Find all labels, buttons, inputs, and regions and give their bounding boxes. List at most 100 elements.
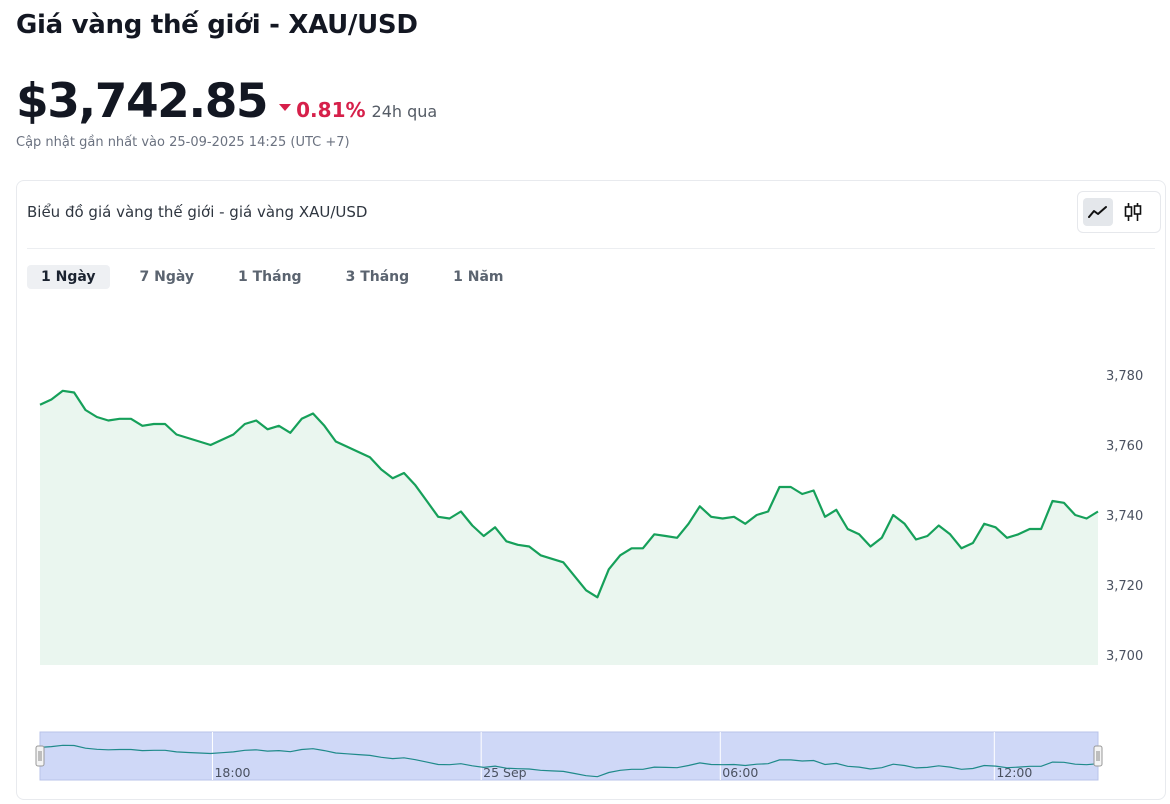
price-point [539, 554, 541, 556]
price-point [1063, 502, 1065, 504]
price-point [551, 558, 553, 560]
price-point [847, 528, 849, 530]
price-point [858, 533, 860, 535]
price-point [881, 537, 883, 539]
price-point [426, 500, 428, 502]
price-point [266, 428, 268, 430]
price-point [517, 544, 519, 546]
price-point [1006, 537, 1008, 539]
price-point [1051, 500, 1053, 502]
price-point [699, 505, 701, 507]
price-point [39, 404, 41, 406]
y-tick-label: 3,740 [1106, 509, 1143, 524]
price-point [209, 444, 211, 446]
price-point [562, 561, 564, 563]
y-tick-label: 3,720 [1106, 579, 1143, 594]
price-point [790, 486, 792, 488]
price-point [744, 523, 746, 525]
navigator-tick-label: 18:00 [214, 765, 250, 780]
price-point [141, 425, 143, 427]
price-point [676, 537, 678, 539]
price-point [1074, 514, 1076, 516]
price-point [949, 533, 951, 535]
price-point [938, 524, 940, 526]
price-point [312, 412, 314, 414]
price-point [801, 493, 803, 495]
navigator-tick-label: 06:00 [722, 765, 758, 780]
navigator-right-handle[interactable] [1093, 745, 1103, 767]
price-point [619, 554, 621, 556]
price-point [574, 575, 576, 577]
price-point [244, 423, 246, 425]
price-point [62, 390, 64, 392]
price-point [84, 409, 86, 411]
price-chart: 3,7803,7603,7403,7203,70018:00 25 Sep 06:0… [35, 369, 1143, 781]
price-point [528, 545, 530, 547]
price-point [50, 398, 52, 400]
price-point [1085, 517, 1087, 519]
price-point [380, 468, 382, 470]
price-point [721, 517, 723, 519]
price-point [392, 477, 394, 479]
price-point [778, 486, 780, 488]
price-point [118, 418, 120, 420]
price-point [187, 437, 189, 439]
price-point [357, 451, 359, 453]
price-point [323, 425, 325, 427]
y-tick-label: 3,780 [1106, 369, 1143, 384]
price-point [767, 510, 769, 512]
price-point [1040, 528, 1042, 530]
navigator-left-handle[interactable] [35, 745, 45, 767]
price-point [1097, 510, 1099, 512]
price-point [1017, 533, 1019, 535]
price-point [653, 533, 655, 535]
y-tick-label: 3,700 [1106, 649, 1143, 664]
price-point [812, 489, 814, 491]
price-point [403, 472, 405, 474]
price-point [869, 545, 871, 547]
price-point [437, 516, 439, 518]
price-point [346, 446, 348, 448]
price-point [915, 538, 917, 540]
price-point [687, 523, 689, 525]
price-point [198, 440, 200, 442]
price-point [175, 433, 177, 435]
price-point [585, 589, 587, 591]
price-point [994, 526, 996, 528]
price-point [892, 514, 894, 516]
price-point [608, 568, 610, 570]
price-point [278, 425, 280, 427]
price-point [471, 524, 473, 526]
price-point [335, 440, 337, 442]
price-point [96, 416, 98, 418]
price-point [107, 419, 109, 421]
price-point [369, 456, 371, 458]
price-point [756, 514, 758, 516]
price-point [301, 418, 303, 420]
price-point [414, 484, 416, 486]
price-point [73, 391, 75, 393]
price-point [983, 523, 985, 525]
price-point [460, 510, 462, 512]
price-point [505, 540, 507, 542]
price-point [926, 535, 928, 537]
price-point [164, 423, 166, 425]
price-point [824, 516, 826, 518]
price-point [153, 423, 155, 425]
y-tick-label: 3,760 [1106, 439, 1143, 454]
price-point [972, 542, 974, 544]
price-point [494, 526, 496, 528]
price-point [255, 419, 257, 421]
price-point [232, 433, 234, 435]
price-point [630, 547, 632, 549]
price-point [835, 509, 837, 511]
price-point [960, 547, 962, 549]
price-area [40, 390, 1098, 665]
price-point [483, 535, 485, 537]
price-point [448, 517, 450, 519]
price-point [221, 439, 223, 441]
price-point [596, 596, 598, 598]
price-point [642, 547, 644, 549]
price-point [710, 516, 712, 518]
price-point [130, 418, 132, 420]
